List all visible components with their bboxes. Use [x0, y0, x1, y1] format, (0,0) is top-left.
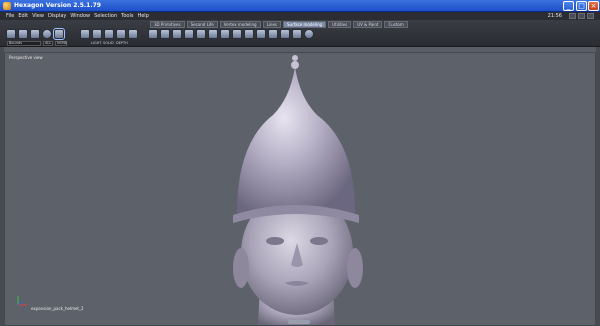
model-left-eye — [266, 237, 284, 245]
tab-custom[interactable]: Custom — [384, 21, 408, 28]
menu-help[interactable]: Help — [135, 12, 150, 20]
fillet-tool-icon[interactable] — [268, 29, 278, 39]
subdivide-tool-icon[interactable] — [304, 29, 314, 39]
select-arrow-tool-icon[interactable] — [6, 29, 16, 39]
selection-mode-field[interactable]: Bounds — [7, 41, 41, 46]
close-button[interactable]: × — [588, 1, 599, 11]
right-panel-edge — [596, 47, 600, 326]
model-helmet-dome — [237, 67, 355, 213]
menu-file[interactable]: File — [4, 12, 16, 20]
smooth-cube-icon[interactable] — [116, 29, 126, 39]
tab-utilities[interactable]: Utilities — [328, 21, 352, 28]
model-helmet-finial-top — [292, 55, 298, 61]
smooth-tool-icon[interactable] — [292, 29, 302, 39]
perspective-viewport[interactable]: Perspective view expansion_pack_helmet_2 — [4, 52, 596, 326]
panel-minimize-button[interactable] — [569, 13, 576, 19]
model-right-earring — [347, 248, 363, 288]
select-all-button[interactable]: ALL — [43, 41, 53, 46]
solid-toggle[interactable]: SOLID — [103, 41, 114, 45]
menu-selection[interactable]: Selection — [92, 12, 119, 20]
model-right-eye — [310, 237, 328, 245]
bevel-tool-icon[interactable] — [256, 29, 266, 39]
menu-display[interactable]: Display — [46, 12, 68, 20]
cap-tool-icon[interactable] — [232, 29, 242, 39]
select-none-button[interactable]: NONE — [55, 41, 67, 46]
viewport-resize-handle[interactable] — [288, 320, 310, 324]
magic-select-tool-icon[interactable] — [53, 28, 65, 40]
paint-select-tool-icon[interactable] — [30, 29, 40, 39]
main-toolbar: 3D Primitives Second Life Vertex modelin… — [0, 20, 600, 47]
tab-lines[interactable]: Lines — [262, 21, 281, 28]
cube-display-icon[interactable] — [80, 29, 90, 39]
textured-cube-icon[interactable] — [128, 29, 138, 39]
helmet-head-model — [233, 55, 363, 325]
tab-uv-paint[interactable]: UV & Paint — [353, 21, 383, 28]
model-left-earring — [233, 248, 249, 288]
menu-window[interactable]: Window — [68, 12, 92, 20]
panel-close-button[interactable] — [587, 13, 594, 19]
axis-gizmo-icon — [17, 296, 27, 306]
lathe-tool-icon[interactable] — [196, 29, 206, 39]
loft-tool-icon[interactable] — [184, 29, 194, 39]
bridge-tool-icon[interactable] — [160, 29, 170, 39]
shell-tool-icon[interactable] — [244, 29, 254, 39]
window-titlebar: Hexagon Version 2.5.1.79 _ □ × — [0, 0, 600, 12]
tab-vertex-modeling[interactable]: Vertex modeling — [219, 21, 261, 28]
menu-edit[interactable]: Edit — [16, 12, 30, 20]
tool-tabs: 3D Primitives Second Life Vertex modelin… — [150, 21, 408, 28]
sweep-tool-icon[interactable] — [208, 29, 218, 39]
lasso-tool-icon[interactable] — [18, 29, 28, 39]
boolean-tool-icon[interactable] — [280, 29, 290, 39]
maximize-button[interactable]: □ — [576, 1, 587, 11]
viewport-label: Perspective view — [9, 55, 43, 60]
shaded-cube-icon[interactable] — [104, 29, 114, 39]
menu-view[interactable]: View — [30, 12, 46, 20]
depth-toggle[interactable]: DEPTH — [116, 41, 128, 45]
tab-second-life[interactable]: Second Life — [186, 21, 218, 28]
tab-3d-primitives[interactable]: 3D Primitives — [150, 21, 185, 28]
window-title: Hexagon Version 2.5.1.79 — [14, 2, 101, 9]
sphere-select-tool-icon[interactable] — [42, 29, 52, 39]
patch-tool-icon[interactable] — [220, 29, 230, 39]
extrude-surface-icon[interactable] — [172, 29, 182, 39]
menu-tools[interactable]: Tools — [119, 12, 135, 20]
curve-tool-icon[interactable] — [148, 29, 158, 39]
panel-restore-button[interactable] — [578, 13, 585, 19]
tab-surface-modeling[interactable]: Surface modeling — [283, 21, 327, 28]
menu-bar: File Edit View Display Window Selection … — [0, 12, 600, 20]
app-icon — [3, 2, 11, 10]
object-name-label: expansion_pack_helmet_2 — [31, 306, 84, 311]
clock-readout: 21:56 — [547, 13, 562, 19]
wire-cube-icon[interactable] — [92, 29, 102, 39]
minimize-button[interactable]: _ — [563, 1, 574, 11]
model-helmet-finial — [291, 61, 299, 69]
light-toggle[interactable]: LIGHT — [91, 41, 101, 45]
